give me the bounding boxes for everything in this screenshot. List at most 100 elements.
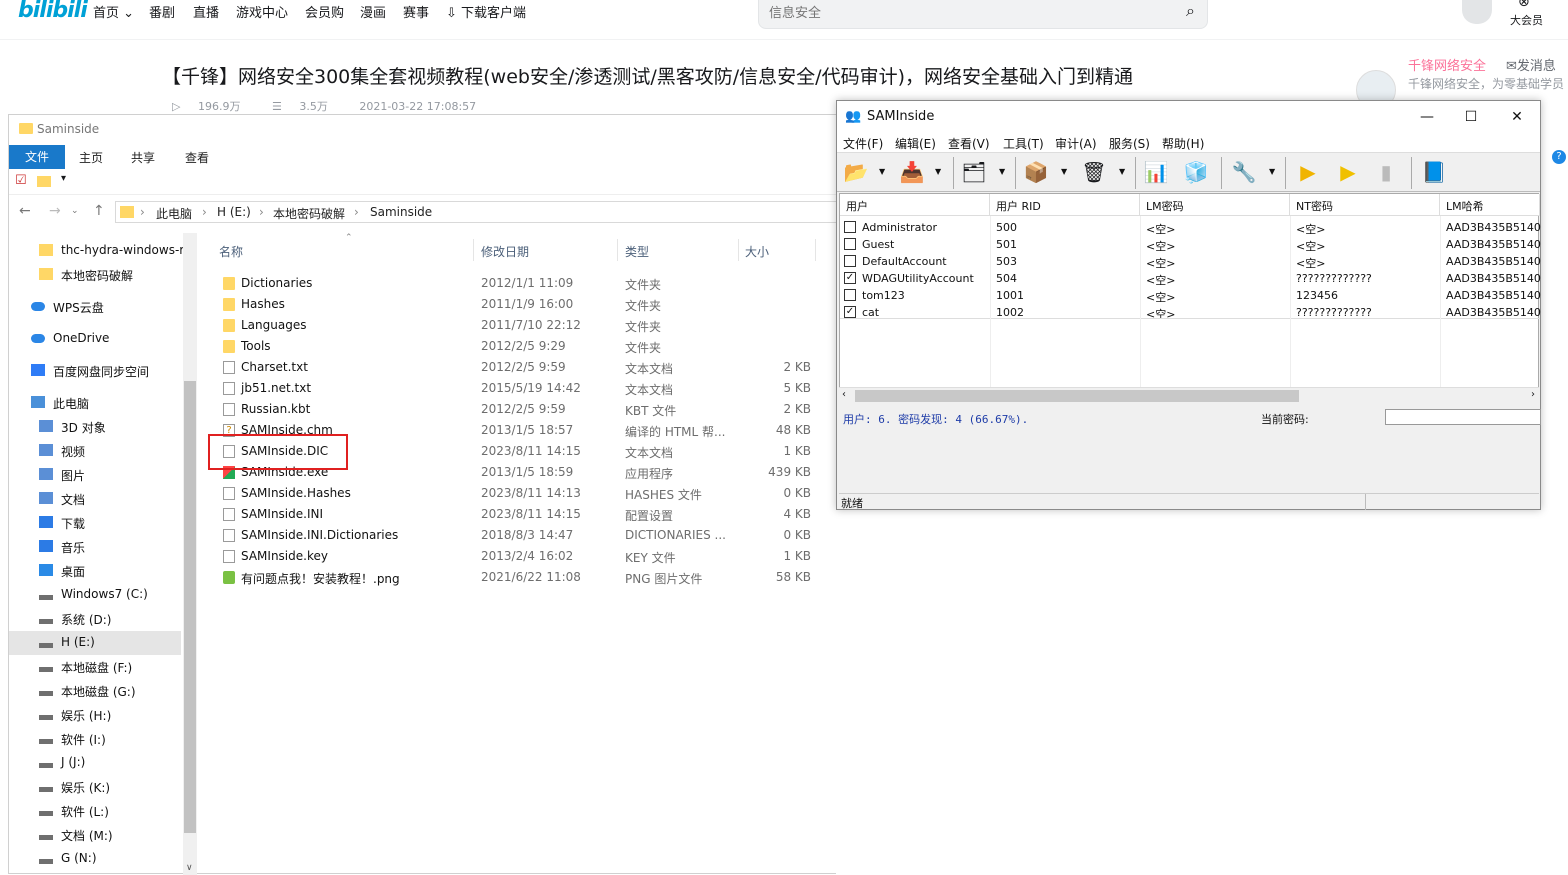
up-name[interactable]: 千锋网络安全 xyxy=(1408,55,1486,74)
column-header-lm-hash[interactable]: LM哈希 xyxy=(1440,194,1540,216)
nav-item[interactable]: 3D 对象 xyxy=(9,415,181,439)
menu-view[interactable]: 查看(V) xyxy=(948,135,990,152)
avatar[interactable] xyxy=(1462,0,1492,24)
breadcrumb-item[interactable]: H (E:) xyxy=(217,205,251,219)
tab-share[interactable]: 共享 xyxy=(131,149,155,166)
dropdown-arrow-icon[interactable]: ▼ xyxy=(879,167,885,176)
file-row[interactable]: Russian.kbt 2012/2/5 9:59 KBT 文件 2 KB xyxy=(205,399,837,420)
tab-file[interactable]: 文件 xyxy=(9,145,65,169)
nav-item[interactable]: OneDrive xyxy=(9,327,181,351)
customize-dropdown-icon[interactable]: ▾ xyxy=(61,173,66,184)
dropdown-arrow-icon[interactable]: ▼ xyxy=(999,167,1005,176)
nav-item[interactable]: thc-hydra-windows-r xyxy=(9,239,184,263)
file-row[interactable]: Languages 2011/7/10 22:12 文件夹 xyxy=(205,315,837,336)
breadcrumb-item[interactable]: 此电脑 xyxy=(156,205,192,222)
scroll-right-icon[interactable]: › xyxy=(1531,389,1535,400)
menu-file[interactable]: 文件(F) xyxy=(843,135,883,152)
report-icon[interactable]: 📊 xyxy=(1141,157,1171,187)
nav-item[interactable]: 百度网盘同步空间 xyxy=(9,359,181,383)
maximize-icon[interactable]: ☐ xyxy=(1451,105,1491,129)
row-checkbox[interactable] xyxy=(844,289,856,301)
nav-item[interactable]: 下载 xyxy=(9,511,181,535)
nav-item[interactable]: Windows7 (C:) xyxy=(9,583,181,607)
import-icon[interactable]: 📥 xyxy=(897,157,927,187)
nav-game[interactable]: 游戏中心 xyxy=(236,2,288,21)
nav-item[interactable]: 此电脑 xyxy=(9,391,181,415)
user-row[interactable]: ✓ WDAGUtilityAccount 504 <空>????????????? AA… xyxy=(840,270,1541,287)
column-header-lm-password[interactable]: LM密码 xyxy=(1140,194,1290,216)
vip-label[interactable]: 大会员 xyxy=(1510,12,1543,28)
nav-item[interactable]: 系统 (D:) xyxy=(9,607,181,631)
users-icon[interactable]: 🗂 xyxy=(959,157,989,187)
breadcrumb-separator-icon[interactable]: › xyxy=(202,205,207,219)
user-row[interactable]: DefaultAccount 503 <空> <空> AAD3B435B5140 xyxy=(840,253,1541,270)
back-icon[interactable]: ← xyxy=(19,203,31,219)
nav-item[interactable]: 文档 xyxy=(9,487,181,511)
dropdown-arrow-icon[interactable]: ▼ xyxy=(1119,167,1125,176)
column-header-rid[interactable]: 用户 RID xyxy=(990,194,1140,216)
help-circle-icon[interactable]: ? xyxy=(1552,150,1566,164)
scrollbar-thumb[interactable] xyxy=(855,390,1299,402)
breadcrumb-item[interactable]: Saminside xyxy=(370,205,432,219)
file-row[interactable]: Hashes 2011/1/9 16:00 文件夹 xyxy=(205,294,837,315)
column-header-nt-password[interactable]: NT密码 xyxy=(1290,194,1440,216)
start-attack-icon[interactable]: ▶ xyxy=(1293,157,1323,187)
properties-icon[interactable]: ☑ xyxy=(15,173,27,188)
horizontal-scrollbar[interactable]: ‹ › xyxy=(839,387,1539,403)
scroll-down-icon[interactable]: ∨ xyxy=(186,863,193,873)
column-divider[interactable] xyxy=(738,239,739,261)
breadcrumb-item[interactable]: 本地密码破解 xyxy=(273,205,345,222)
play-icon[interactable]: ▶ xyxy=(1333,157,1363,187)
wrench-icon[interactable]: 🔧 xyxy=(1229,157,1259,187)
row-checkbox[interactable] xyxy=(844,255,856,267)
breadcrumb-separator-icon[interactable]: › xyxy=(354,205,359,219)
nav-item[interactable]: 桌面 xyxy=(9,559,181,583)
nav-scrollbar[interactable]: ∨ xyxy=(183,233,197,875)
column-divider[interactable] xyxy=(617,239,618,261)
nav-match[interactable]: 赛事 xyxy=(403,2,429,21)
column-header-date[interactable]: 修改日期 xyxy=(481,243,529,260)
stop-icon[interactable]: ▮ xyxy=(1371,157,1401,187)
nav-item[interactable]: 本地密码破解 xyxy=(9,263,181,287)
close-icon[interactable]: ✕ xyxy=(1497,105,1537,129)
recent-dropdown-icon[interactable]: ⌄ xyxy=(71,206,79,216)
breadcrumb-separator-icon[interactable]: › xyxy=(140,205,145,219)
nav-item[interactable]: WPS云盘 xyxy=(9,295,181,319)
column-header-name[interactable]: 名称 xyxy=(219,243,243,260)
column-divider[interactable] xyxy=(473,239,474,261)
menu-tools[interactable]: 工具(T) xyxy=(1003,135,1044,152)
cubes-icon[interactable]: 🧊 xyxy=(1181,157,1211,187)
nav-item[interactable]: 软件 (I:) xyxy=(9,727,181,751)
file-row[interactable]: SAMInside.key 2013/2/4 16:02 KEY 文件 1 KB xyxy=(205,546,837,567)
nav-download[interactable]: ⇩ 下载客户端 xyxy=(446,2,526,21)
file-row[interactable]: SAMInside.Hashes 2023/8/11 14:13 HASHES 文件… xyxy=(205,483,837,504)
send-message-button[interactable]: ✉发消息 xyxy=(1506,55,1556,74)
tab-view[interactable]: 查看 xyxy=(185,149,209,166)
breadcrumb-separator-icon[interactable]: › xyxy=(259,205,264,219)
nav-home[interactable]: 首页 ⌄ xyxy=(93,2,134,21)
menu-help[interactable]: 帮助(H) xyxy=(1162,135,1204,152)
column-header-user[interactable]: 用户 xyxy=(840,194,990,216)
open-folder-icon[interactable]: 📂 xyxy=(841,157,871,187)
bilibili-logo[interactable]: bilibili xyxy=(18,0,88,23)
search-icon[interactable]: ⌕ xyxy=(1186,1,1195,21)
file-row[interactable]: Tools 2012/2/5 9:29 文件夹 xyxy=(205,336,837,357)
menu-service[interactable]: 服务(S) xyxy=(1109,135,1150,152)
row-checkbox[interactable]: ✓ xyxy=(844,272,856,284)
scroll-left-icon[interactable]: ‹ xyxy=(842,389,846,400)
file-row[interactable]: 有问题点我！安装教程！.png 2021/6/22 11:08 PNG 图片文件 58… xyxy=(205,567,837,588)
nav-manga[interactable]: 漫画 xyxy=(360,2,386,21)
nav-item[interactable]: J (J:) xyxy=(9,751,181,775)
user-row[interactable]: tom123 1001 <空> 123456 AAD3B435B5140 xyxy=(840,287,1541,304)
help-book-icon[interactable]: 📘 xyxy=(1419,157,1449,187)
nav-item[interactable]: 视频 xyxy=(9,439,181,463)
nav-live[interactable]: 直播 xyxy=(193,2,219,21)
dropdown-arrow-icon[interactable]: ▼ xyxy=(1061,167,1067,176)
search-input[interactable] xyxy=(769,3,1169,23)
nav-item[interactable]: 图片 xyxy=(9,463,181,487)
nav-item[interactable]: H (E:) xyxy=(9,631,181,655)
nav-item[interactable]: 本地磁盘 (G:) xyxy=(9,679,181,703)
file-row[interactable]: SAMInside.INI 2023/8/11 14:15 配置设置 4 KB xyxy=(205,504,837,525)
dropdown-arrow-icon[interactable]: ▼ xyxy=(1269,167,1275,176)
nav-item[interactable]: 本地磁盘 (F:) xyxy=(9,655,181,679)
